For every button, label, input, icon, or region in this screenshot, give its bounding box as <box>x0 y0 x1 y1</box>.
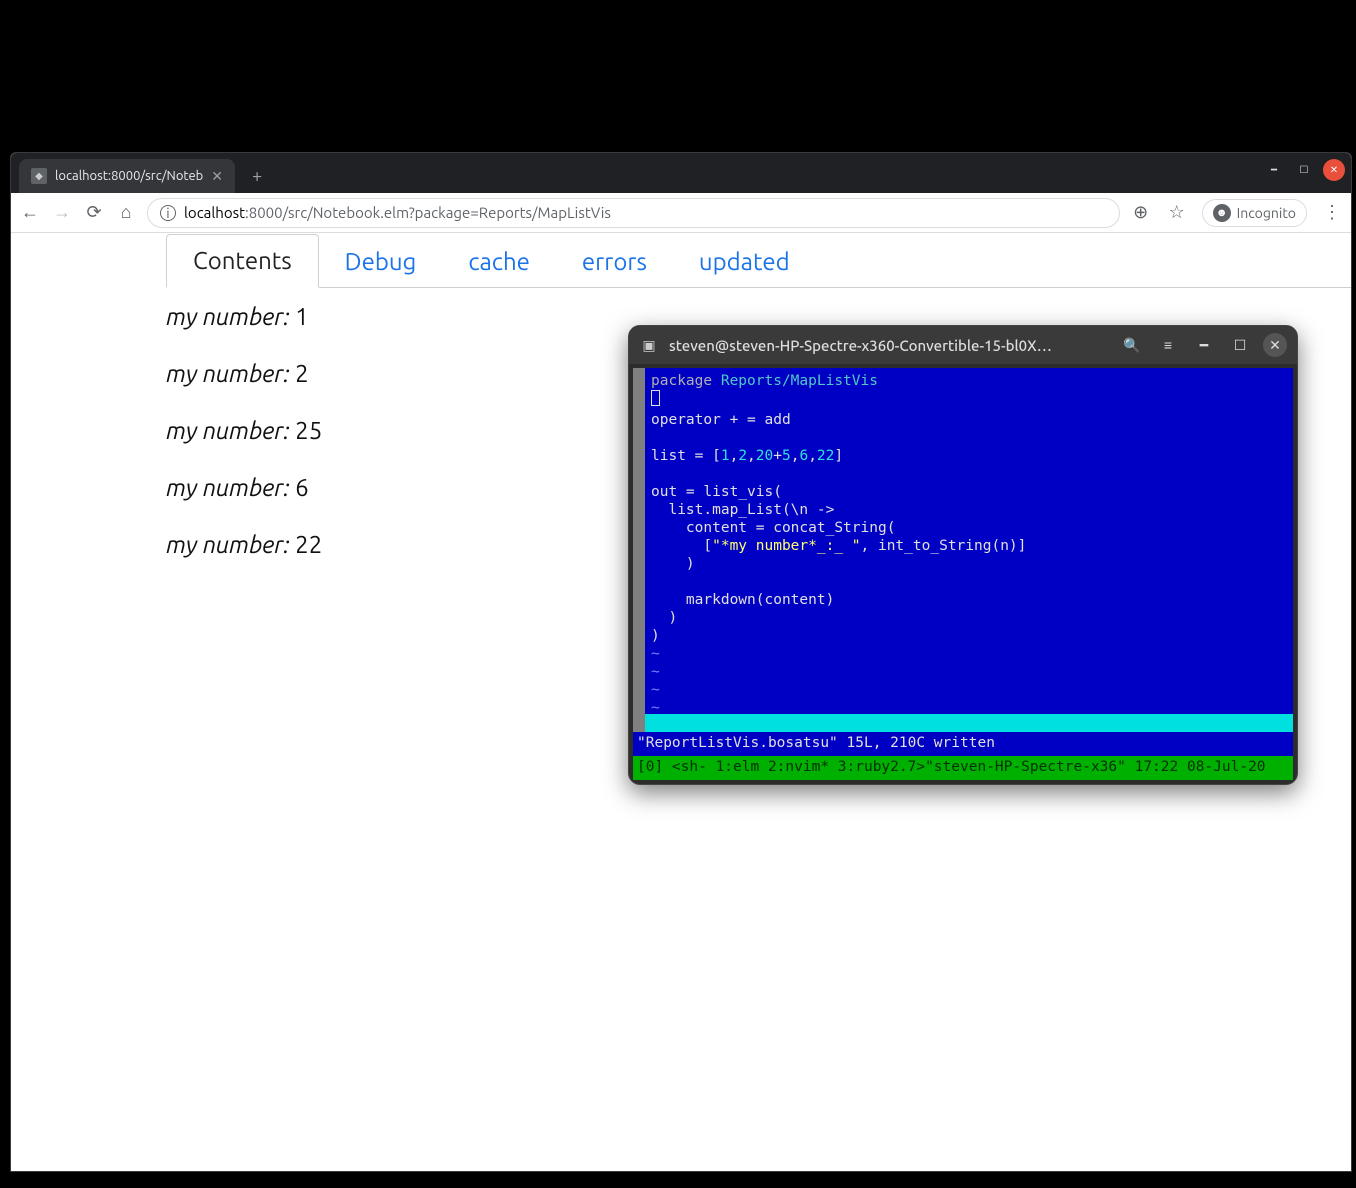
terminal-icon: ▣ <box>639 335 659 355</box>
back-button[interactable]: ← <box>19 202 41 224</box>
favicon-icon: ◆ <box>31 168 47 184</box>
page-tab-contents[interactable]: Contents <box>166 234 319 288</box>
home-button[interactable]: ⌂ <box>115 202 137 224</box>
tmux-status-line: [0] <sh- 1:elm 2:nvim* 3:ruby2.7>"steven… <box>633 756 1293 780</box>
editor-gutter <box>633 368 645 732</box>
page-tab-cache[interactable]: cache <box>442 236 556 287</box>
maximize-button[interactable] <box>1293 159 1315 181</box>
list-item-value: 6 <box>295 474 309 501</box>
close-tab-icon[interactable]: ✕ <box>211 168 223 185</box>
list-item-label: my number: <box>166 360 295 387</box>
page-tab-debug[interactable]: Debug <box>319 236 443 287</box>
list-item: my number: 25 <box>166 417 322 444</box>
browser-tab-title: localhost:8000/src/Noteb <box>55 169 203 183</box>
address-bar[interactable]: i localhost:8000/src/Notebook.elm?packag… <box>147 198 1120 228</box>
terminal-titlebar: ▣ steven@steven-HP-Spectre-x360-Converti… <box>629 326 1297 364</box>
list-item-label: my number: <box>166 531 295 558</box>
list-item-value: 2 <box>295 360 309 387</box>
content-list: my number: 1my number: 2my number: 25my … <box>166 303 322 588</box>
browser-tab[interactable]: ◆ localhost:8000/src/Noteb ✕ <box>19 159 235 193</box>
minimize-button[interactable] <box>1263 159 1285 181</box>
list-item: my number: 1 <box>166 303 322 330</box>
terminal-minimize-button[interactable]: ━ <box>1191 332 1217 358</box>
site-info-icon[interactable]: i <box>160 205 176 221</box>
list-item: my number: 22 <box>166 531 322 558</box>
incognito-icon: ☻ <box>1213 204 1231 222</box>
zoom-icon[interactable]: ⊕ <box>1130 202 1152 224</box>
list-item-value: 1 <box>295 303 309 330</box>
kebab-menu-icon[interactable]: ⋮ <box>1321 202 1343 224</box>
code-editor[interactable]: package Reports/MapListVis operator + = … <box>645 368 1293 732</box>
page-tab-updated[interactable]: updated <box>673 236 816 287</box>
vim-status-line: "ReportListVis.bosatsu" 15L, 210C writte… <box>633 732 1293 756</box>
reload-button[interactable]: ⟳ <box>83 202 105 224</box>
terminal-maximize-button[interactable]: ☐ <box>1227 332 1253 358</box>
terminal-body[interactable]: package Reports/MapListVis operator + = … <box>633 368 1293 780</box>
terminal-search-icon[interactable]: 🔍 <box>1119 332 1145 358</box>
list-item-label: my number: <box>166 303 295 330</box>
incognito-label: Incognito <box>1237 205 1296 221</box>
terminal-menu-icon[interactable]: ≡ <box>1155 332 1181 358</box>
list-item: my number: 6 <box>166 474 322 501</box>
terminal-title: steven@steven-HP-Spectre-x360-Convertibl… <box>669 337 1109 354</box>
list-item-label: my number: <box>166 417 295 444</box>
url-path: :8000/src/Notebook.elm?package=Reports/M… <box>245 204 611 221</box>
close-window-button[interactable] <box>1323 159 1345 181</box>
list-item-label: my number: <box>166 474 295 501</box>
list-item-value: 25 <box>295 417 322 444</box>
list-item-value: 22 <box>295 531 322 558</box>
incognito-chip[interactable]: ☻ Incognito <box>1202 199 1307 227</box>
browser-tab-bar: ◆ localhost:8000/src/Noteb ✕ + <box>11 153 1351 193</box>
bookmark-icon[interactable]: ☆ <box>1166 202 1188 224</box>
editor-cursor-line <box>645 714 1293 732</box>
new-tab-button[interactable]: + <box>243 162 271 190</box>
browser-window-controls <box>1263 159 1345 181</box>
list-item: my number: 2 <box>166 360 322 387</box>
url-host: localhost <box>184 204 245 221</box>
page-tab-errors[interactable]: errors <box>556 236 673 287</box>
terminal-close-button[interactable]: ✕ <box>1263 333 1287 357</box>
browser-toolbar: ← → ⟳ ⌂ i localhost:8000/src/Notebook.el… <box>11 193 1351 233</box>
cursor <box>651 390 660 406</box>
toolbar-right: ⊕ ☆ ☻ Incognito ⋮ <box>1130 199 1343 227</box>
forward-button[interactable]: → <box>51 202 73 224</box>
page-tab-row: ContentsDebugcacheerrorsupdated <box>166 233 1351 288</box>
terminal-window: ▣ steven@steven-HP-Spectre-x360-Converti… <box>628 325 1298 785</box>
